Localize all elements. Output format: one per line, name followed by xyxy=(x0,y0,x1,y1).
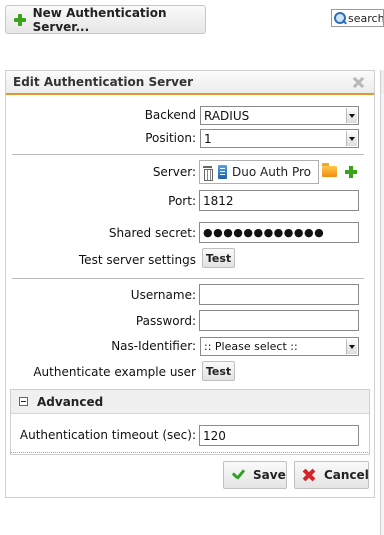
search-input[interactable]: search xyxy=(331,9,384,27)
divider xyxy=(12,154,364,155)
test-server-button-label: Test xyxy=(205,251,232,265)
password-input[interactable] xyxy=(199,310,359,331)
server-label: Server: xyxy=(152,165,196,179)
divider xyxy=(12,278,364,279)
position-select[interactable]: 1 xyxy=(200,129,359,148)
port-input[interactable]: 1812 xyxy=(199,190,359,211)
port-value: 1812 xyxy=(203,193,234,208)
save-button-label: Save xyxy=(253,468,286,482)
search-icon xyxy=(334,11,347,25)
shared-secret-value: ●●●●●●●●●●●● xyxy=(203,226,325,239)
panel-title: Edit Authentication Server xyxy=(13,75,194,89)
folder-icon[interactable] xyxy=(322,163,337,177)
position-label: Position: xyxy=(145,131,196,145)
new-authentication-server-label: New Authentication Server... xyxy=(32,5,167,34)
plus-icon xyxy=(14,13,26,26)
checkmark-icon xyxy=(232,469,246,481)
test-authentication-button-label: Test xyxy=(205,364,232,378)
trash-icon[interactable] xyxy=(203,165,213,181)
chevron-down-icon xyxy=(346,108,357,123)
username-input[interactable] xyxy=(199,284,359,305)
nas-identifier-value: :: Please select :: xyxy=(204,340,298,353)
chevron-down-icon xyxy=(346,131,357,146)
username-label: Username: xyxy=(130,288,196,302)
authenticate-example-user-label: Authenticate example user xyxy=(33,365,196,379)
backend-label: Backend xyxy=(144,108,196,122)
server-field[interactable]: Duo Auth Pro xyxy=(199,160,319,184)
close-x-icon xyxy=(303,469,315,481)
test-server-button[interactable]: Test xyxy=(202,248,235,268)
add-icon[interactable] xyxy=(345,166,357,178)
password-label: Password: xyxy=(135,314,196,328)
nas-identifier-select[interactable]: :: Please select :: xyxy=(200,337,359,356)
advanced-title: Advanced xyxy=(37,394,104,409)
shared-secret-input[interactable]: ●●●●●●●●●●●● xyxy=(199,222,359,243)
shared-secret-label: Shared secret: xyxy=(108,226,196,240)
adjacent-panel-header-edge xyxy=(380,70,384,94)
new-authentication-server-button[interactable]: New Authentication Server... xyxy=(5,5,206,34)
chevron-down-icon xyxy=(346,339,357,354)
save-button[interactable]: Save xyxy=(223,461,287,489)
search-text: search xyxy=(348,11,384,25)
advanced-section-header[interactable]: Advanced xyxy=(11,390,369,414)
close-icon[interactable] xyxy=(353,77,364,88)
panel-header: Edit Authentication Server xyxy=(6,71,374,95)
backend-select-value: RADIUS xyxy=(204,108,250,123)
test-server-settings-label: Test server settings xyxy=(78,253,196,267)
backend-select[interactable]: RADIUS xyxy=(200,106,359,125)
authentication-timeout-value: 120 xyxy=(203,428,226,443)
authentication-timeout-input[interactable]: 120 xyxy=(199,425,359,446)
cancel-button[interactable]: Cancel xyxy=(294,461,369,489)
test-authentication-button[interactable]: Test xyxy=(202,361,235,381)
adjacent-panel-edge xyxy=(380,70,384,535)
server-icon xyxy=(218,165,227,179)
nas-identifier-label: Nas-Identifier: xyxy=(111,339,196,353)
authentication-timeout-label: Authentication timeout (sec): xyxy=(19,428,196,442)
cancel-button-label: Cancel xyxy=(324,468,369,482)
port-label: Port: xyxy=(168,194,196,208)
collapse-icon[interactable] xyxy=(19,397,28,406)
server-name: Duo Auth Pro xyxy=(232,165,311,179)
advanced-bottom-divider xyxy=(10,452,370,453)
position-select-value: 1 xyxy=(204,131,212,146)
